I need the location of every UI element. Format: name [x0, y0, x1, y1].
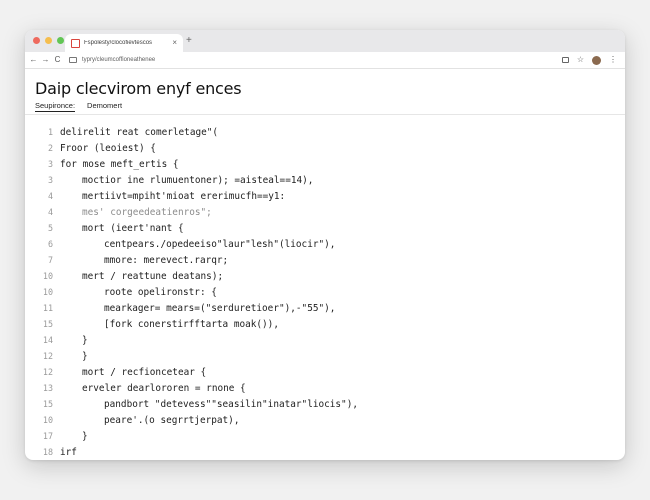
code-line: 12 mort / recfioncetear { — [25, 364, 625, 380]
code-text: erveler dearlororen = rnone { — [82, 383, 246, 394]
code-line: 3 for mose meft_ertis { — [25, 156, 625, 172]
code-text: mes' corgeedeatienros"; — [82, 207, 212, 218]
avatar[interactable] — [592, 55, 601, 65]
code-text: } — [82, 335, 88, 346]
close-window-button[interactable] — [33, 37, 40, 44]
code-line: 1 delirelit reat comerletage"( — [25, 124, 625, 140]
tab-strip: Fspolesty/clocofievtescos × + — [25, 30, 625, 52]
tab-title: Fspolesty/clocofievtescos — [84, 40, 153, 46]
code-text: mertiivt=mpiht'mioat ererimucfh==y1: — [82, 191, 286, 202]
line-number: 4 — [47, 191, 53, 201]
code-line: 3 moctior ine rlumuentoner); =aisteal==14… — [25, 172, 625, 188]
page-title: Daip clecvirom enyf ences — [35, 79, 242, 98]
line-number: 10 — [42, 415, 53, 425]
new-tab-button[interactable]: + — [186, 34, 192, 48]
code-line: 13 erveler dearlororen = rnone { — [25, 380, 625, 396]
code-line: 10 peare'.(o segrrtjerpat), — [25, 412, 625, 428]
line-number: 12 — [42, 351, 53, 361]
code-line: 4 mes' corgeedeatienros"; — [25, 204, 625, 220]
browser-toolbar: ← → C typry/cleumcoffioneathenee ☆ ⋮ — [25, 52, 625, 69]
line-number: 10 — [42, 287, 53, 297]
line-number: 10 — [42, 271, 53, 281]
toolbar-actions: ☆ ⋮ — [561, 55, 617, 65]
line-number: 7 — [47, 255, 53, 265]
code-line: 15 pandbort "detevess""seasilin"inatar"li… — [25, 396, 625, 412]
code-line: 11 mearkager= mears=("serduretioer"),-"55… — [25, 300, 625, 316]
reload-icon[interactable]: C — [52, 52, 63, 68]
forward-icon[interactable]: → — [40, 52, 51, 68]
code-line: 12} — [25, 348, 625, 364]
code-text: pandbort "detevess""seasilin"inatar"lioc… — [104, 399, 358, 410]
browser-tab[interactable]: Fspolesty/clocofievtescos × — [65, 34, 183, 52]
close-icon[interactable]: × — [172, 39, 177, 47]
page-tab-1[interactable]: Demomert — [87, 101, 122, 112]
code-text: moctior ine rlumuentoner); =aisteal==14)… — [82, 175, 314, 186]
menu-icon[interactable]: ⋮ — [609, 56, 617, 64]
address-bar[interactable]: typry/cleumcoffioneathenee — [82, 57, 562, 63]
line-number: 14 — [42, 335, 53, 345]
extension-icon[interactable] — [561, 57, 569, 63]
code-line: 10 mert / reattune deatans); — [25, 268, 625, 284]
minimize-window-button[interactable] — [45, 37, 52, 44]
code-text: delirelit reat comerletage"( — [60, 127, 219, 138]
line-number: 12 — [42, 367, 53, 377]
code-text: centpears./opedeeiso"laur"lesh"(liocir")… — [104, 239, 336, 250]
line-number: 3 — [47, 159, 53, 169]
code-text: [fork conerstirfftarta moak()), — [104, 319, 279, 330]
code-text: } — [82, 351, 88, 362]
page-content: Daip clecvirom enyf ences Seupironce: De… — [25, 69, 625, 460]
line-number: 18 — [42, 447, 53, 457]
window-controls — [33, 37, 64, 44]
code-text: irf — [60, 447, 77, 458]
code-text: for mose meft_ertis { — [60, 159, 179, 170]
code-text: peare'.(o segrrtjerpat), — [104, 415, 240, 426]
page-tabs: Seupironce: Demomert — [35, 101, 122, 112]
code-line: 2 Froor (leoiest) { — [25, 140, 625, 156]
back-icon[interactable]: ← — [28, 52, 39, 68]
code-line: 17} — [25, 428, 625, 444]
code-text: mmore: merevect.rarqr; — [104, 255, 229, 266]
code-line: 18 irf — [25, 444, 625, 460]
code-line: 15 [fork conerstirfftarta moak()), — [25, 316, 625, 332]
site-info-icon[interactable] — [69, 57, 77, 63]
code-line: 10 roote opelironstr: { — [25, 284, 625, 300]
code-text: mort (ieert'nant { — [82, 223, 184, 234]
line-number: 3 — [47, 175, 53, 185]
line-number: 1 — [47, 127, 53, 137]
code-line: 4 mertiivt=mpiht'mioat ererimucfh==y1: — [25, 188, 625, 204]
maximize-window-button[interactable] — [57, 37, 64, 44]
nav-buttons: ← → C — [28, 52, 63, 68]
code-editor[interactable]: 1 delirelit reat comerletage"( 2 Froor (leo… — [25, 124, 625, 460]
code-text: } — [82, 431, 88, 442]
code-text: mert / reattune deatans); — [82, 271, 224, 282]
code-line: 5 mort (ieert'nant { — [25, 220, 625, 236]
line-number: 17 — [42, 431, 53, 441]
line-number: 2 — [47, 143, 53, 153]
code-text: mort / recfioncetear { — [82, 367, 207, 378]
code-line: 7 mmore: merevect.rarqr; — [25, 252, 625, 268]
code-line: 14} — [25, 332, 625, 348]
line-number: 13 — [42, 383, 53, 393]
browser-window: Fspolesty/clocofievtescos × + ← → C typr… — [25, 30, 625, 460]
line-number: 15 — [42, 319, 53, 329]
line-number: 4 — [47, 207, 53, 217]
page-tab-0[interactable]: Seupironce: — [35, 101, 76, 112]
document-icon — [71, 38, 80, 48]
divider — [25, 114, 625, 115]
code-text: Froor (leoiest) { — [60, 143, 156, 154]
line-number: 11 — [42, 303, 53, 313]
line-number: 6 — [47, 239, 53, 249]
bookmark-star-icon[interactable]: ☆ — [577, 56, 584, 64]
code-text: mearkager= mears=("serduretioer"),-"55")… — [104, 303, 336, 314]
code-line: 6 centpears./opedeeiso"laur"lesh"(liocir"… — [25, 236, 625, 252]
line-number: 5 — [47, 223, 53, 233]
line-number: 15 — [42, 399, 53, 409]
code-text: roote opelironstr: { — [104, 287, 217, 298]
